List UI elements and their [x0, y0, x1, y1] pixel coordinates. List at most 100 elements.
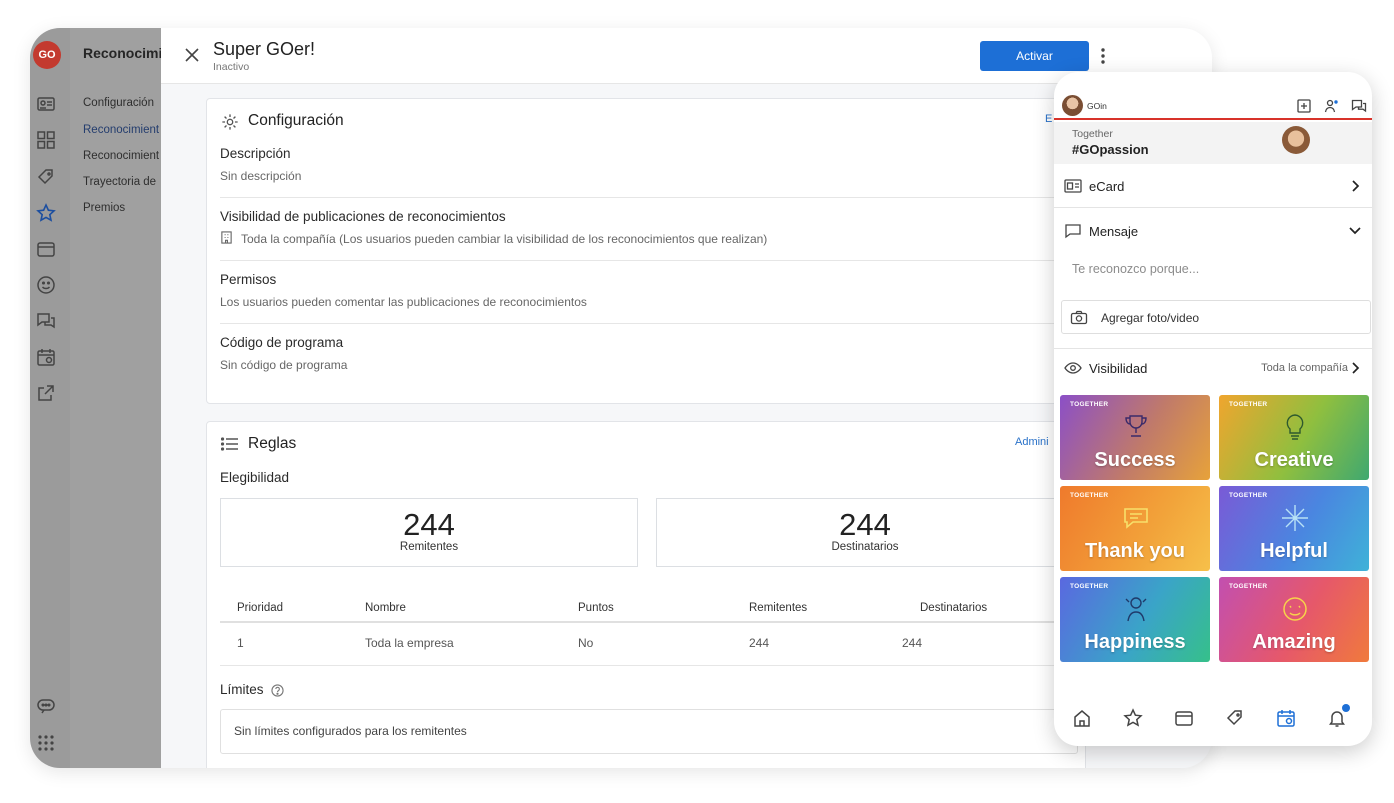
eye-icon: [1064, 359, 1082, 377]
lightbulb-icon: [1279, 411, 1311, 443]
table-cell: 244: [902, 636, 923, 650]
table-header: Puntos: [578, 602, 614, 614]
subnav-item-trayectoria[interactable]: Trayectoria de: [83, 176, 156, 188]
chevron-right-icon: [1348, 179, 1362, 193]
ecard-tile-happiness[interactable]: TOGETHER Happiness: [1060, 577, 1210, 662]
subnav-item-reconocimientos-active[interactable]: Reconocimient: [83, 124, 159, 136]
admin-link[interactable]: Admini: [1015, 436, 1049, 448]
ecard-tile-thank-you[interactable]: TOGETHER Thank you: [1060, 486, 1210, 571]
sparkle-icon: [1279, 502, 1311, 534]
visibility-value: Toda la compañía: [1261, 362, 1348, 374]
divider: [1054, 348, 1372, 349]
program-code-label: Código de programa: [220, 335, 344, 350]
notification-badge: [1342, 704, 1350, 712]
tile-word: Amazing: [1252, 631, 1336, 653]
page-title: Super GOer!: [213, 39, 316, 59]
admin-window: GO Reconocimie Configuración Reconocimie…: [30, 28, 1212, 768]
chat-icon[interactable]: [36, 311, 56, 331]
add-photo-label: Agregar foto/video: [1101, 311, 1200, 325]
permissions-value: Los usuarios pueden comentar las publica…: [220, 295, 587, 309]
message-label: Mensaje: [1089, 224, 1139, 239]
smile-icon[interactable]: [36, 275, 56, 295]
help-icon[interactable]: [271, 684, 284, 697]
calendar-icon[interactable]: [1276, 708, 1296, 728]
grid-icon[interactable]: [36, 130, 56, 150]
table-cell: 244: [749, 636, 770, 650]
external-link-icon[interactable]: [36, 383, 56, 403]
calendar-icon[interactable]: [36, 347, 56, 367]
table-header: Remitentes: [749, 602, 808, 614]
table-cell: 1: [237, 636, 244, 650]
speech-bubble-icon: [1120, 502, 1152, 534]
ecard-tile-amazing[interactable]: TOGETHER Amazing: [1219, 577, 1369, 662]
configuration-title: Configuración: [248, 112, 344, 129]
subnav-item-premios[interactable]: Premios: [83, 202, 125, 214]
divider: [220, 260, 1085, 261]
program-code-value: Sin código de programa: [220, 358, 348, 372]
id-card-icon[interactable]: [36, 94, 56, 114]
add-photo-button[interactable]: Agregar foto/video: [1061, 300, 1371, 334]
apps-grid-icon[interactable]: [36, 733, 56, 753]
table-cell: No: [578, 636, 594, 650]
ecard-row[interactable]: eCard: [1054, 164, 1372, 208]
tile-word: Happiness: [1084, 631, 1186, 653]
senders-count: 244: [403, 507, 455, 542]
tile-tag: TOGETHER: [1229, 583, 1268, 590]
message-input[interactable]: Te reconozco porque...: [1072, 262, 1199, 276]
message-row[interactable]: Mensaje: [1054, 208, 1372, 252]
user-avatar[interactable]: [1062, 95, 1083, 116]
visibility-label: Visibilidad: [1089, 361, 1148, 376]
ecard-tile-helpful[interactable]: TOGETHER Helpful: [1219, 486, 1369, 571]
permissions-label: Permisos: [220, 272, 277, 287]
more-options-icon[interactable]: [1099, 46, 1107, 66]
wallet-icon[interactable]: [1174, 708, 1194, 728]
description-value: Sin descripción: [220, 169, 302, 183]
sub-navigation: Reconocimie Configuración Reconocimient …: [70, 28, 161, 768]
visibility-label: Visibilidad de publicaciones de reconoci…: [220, 209, 506, 224]
go-logo[interactable]: GO: [33, 41, 61, 69]
table-cell: Toda la empresa: [365, 636, 454, 650]
subnav-item-configuracion[interactable]: Configuración: [83, 97, 154, 109]
edit-link[interactable]: E: [1045, 113, 1052, 125]
mobile-top-bar: GOin: [1054, 72, 1372, 120]
limits-box: Sin límites configurados para los remite…: [220, 709, 1078, 754]
people-icon[interactable]: [1324, 98, 1340, 114]
visibility-row[interactable]: Visibilidad Toda la compañía: [1054, 354, 1372, 382]
limits-label: Límites: [220, 682, 264, 697]
wallet-icon[interactable]: [36, 239, 56, 259]
building-icon: [220, 231, 233, 244]
subnav-title: Reconocimie: [83, 45, 161, 61]
tag-icon[interactable]: [36, 167, 56, 187]
mobile-tab-bar: [1054, 696, 1372, 746]
feedback-icon[interactable]: [36, 696, 56, 716]
tile-word: Creative: [1254, 449, 1334, 471]
table-header: Destinatarios: [920, 602, 988, 614]
star-icon[interactable]: [36, 203, 56, 223]
rules-card: Reglas Admini Elegibilidad 244 Remitente…: [206, 421, 1086, 768]
tile-tag: TOGETHER: [1070, 401, 1109, 408]
tile-word: Success: [1094, 449, 1176, 471]
ecard-label: eCard: [1089, 179, 1125, 194]
configuration-card: Configuración E Descripción Sin descripc…: [206, 98, 1086, 404]
list-icon: [220, 436, 239, 452]
home-icon[interactable]: [1072, 708, 1092, 728]
activate-button[interactable]: Activar: [980, 41, 1089, 71]
table-header: Nombre: [365, 602, 406, 614]
star-icon[interactable]: [1123, 708, 1143, 728]
subnav-item-reconocimientos[interactable]: Reconocimient: [83, 150, 159, 162]
tile-word: Thank you: [1084, 540, 1185, 562]
tile-tag: TOGETHER: [1070, 583, 1109, 590]
message-icon: [1064, 222, 1082, 240]
close-icon[interactable]: [183, 46, 201, 64]
add-icon[interactable]: [1296, 98, 1312, 114]
chat-icon[interactable]: [1351, 98, 1367, 114]
table-header-divider: [220, 621, 1085, 623]
tag-icon[interactable]: [1225, 708, 1245, 728]
ecard-tile-creative[interactable]: TOGETHER Creative: [1219, 395, 1369, 480]
chevron-right-icon: [1348, 361, 1362, 375]
ecard-tile-success[interactable]: TOGETHER Success: [1060, 395, 1210, 480]
gear-icon: [221, 113, 239, 131]
eligibility-label: Elegibilidad: [220, 470, 290, 485]
program-banner: Together #GOpassion: [1054, 122, 1372, 164]
limits-value: Sin límites configurados para los remite…: [234, 724, 467, 738]
